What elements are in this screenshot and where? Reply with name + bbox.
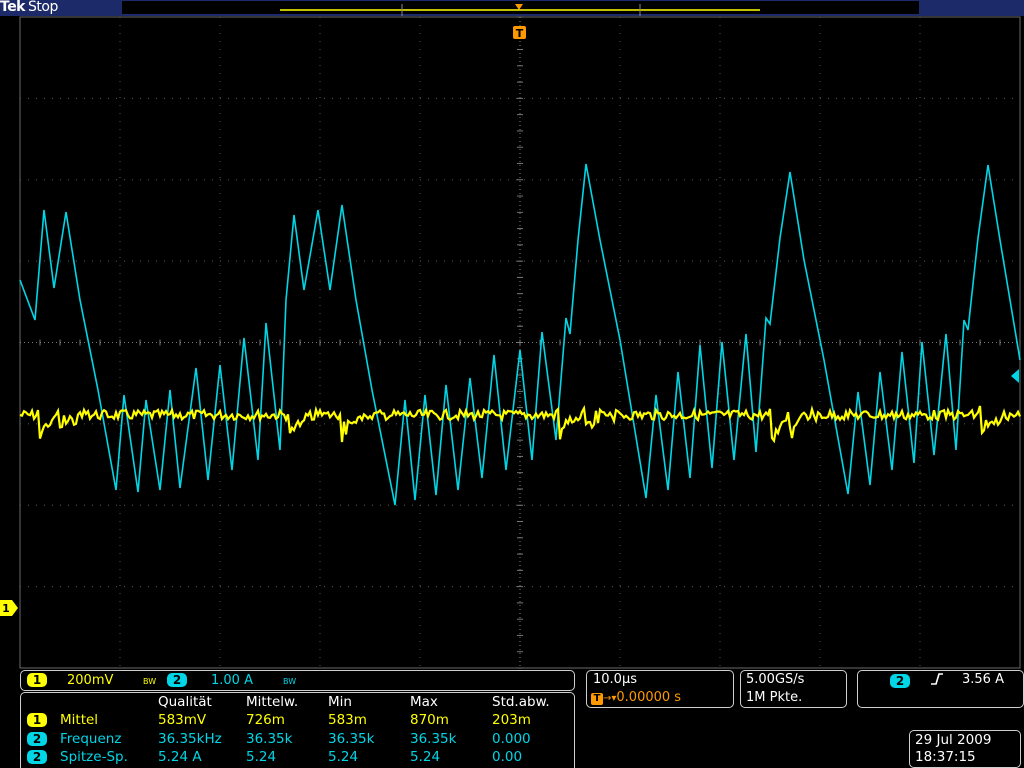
meas-row2-value: 36.35kHz [158,731,222,747]
meas-row1-value: 583mV [158,712,207,728]
trigger-level[interactable]: 3.56 A [962,672,1004,687]
meas-row3-name[interactable]: Spitze-Sp. [60,749,128,765]
meas-row3-badge[interactable]: 2 [27,750,47,764]
meas-row1-mean: 726m [246,712,285,728]
svg-text:T: T [516,27,524,40]
time-display: 18:37:15 [915,749,976,765]
ch1-scale[interactable]: 200mV [67,673,113,688]
meas-row3-min: 5.24 [328,749,359,765]
trigger-position-marker[interactable]: T [513,26,526,40]
status-bar: Tek Stop [0,0,1024,16]
brand-label: Tek Stop [0,0,58,16]
rising-edge-icon [930,671,944,691]
meas-header-mean: Mittelw. [246,694,299,710]
brand-text: Tek [0,0,26,15]
measurements-panel: Qualität Mittelw. Min Max Std.abw. 1 Mit… [20,692,575,768]
meas-row3-mean: 5.24 [246,749,277,765]
graticule [19,16,1021,669]
meas-row3-max: 5.24 [410,749,441,765]
trigger-source-badge[interactable]: 2 [890,674,910,688]
meas-row3-stddev: 0.00 [492,749,523,765]
meas-header-min: Min [328,694,352,710]
run-state: Stop [28,0,58,15]
meas-row1-badge[interactable]: 1 [27,713,47,727]
meas-row2-min: 36.35k [328,731,375,747]
meas-header-stddev: Std.abw. [492,694,550,710]
meas-row2-name[interactable]: Frequenz [60,731,121,747]
acquisition-panel[interactable]: 5.00GS/s 1M Pkte. [740,670,847,708]
ch2-badge[interactable]: 2 [167,673,187,687]
trigger-delay-readout[interactable]: T →▾0.00000 s [591,690,681,705]
meas-row2-stddev: 0.000 [492,731,531,747]
trigger-delay-value: 0.00000 s [616,690,682,705]
meas-row1-min: 583m [328,712,367,728]
ch2-scale[interactable]: 1.00 A [211,673,253,688]
waveform-display[interactable]: T 1 [0,16,1024,669]
datetime-panel: 29 Jul 2009 18:37:15 [909,730,1021,768]
arrow-right-icon: →▾ [603,693,617,704]
ch1-ground-marker[interactable]: 1 [0,600,18,616]
horizontal-scale[interactable]: 10.0µs [593,672,637,687]
meas-row2-mean: 36.35k [246,731,293,747]
record-view-graphic [280,4,760,16]
meas-row2-max: 36.35k [410,731,457,747]
meas-row1-name[interactable]: Mittel [60,712,98,728]
timebase-panel[interactable]: 10.0µs T →▾0.00000 s [586,670,734,708]
record-length: 1M Pkte. [746,690,803,705]
trigger-panel[interactable]: 2 3.56 A [857,670,1024,708]
svg-text:1: 1 [2,602,10,615]
ch1-badge[interactable]: 1 [27,673,47,687]
meas-row1-stddev: 203m [492,712,531,728]
meas-header-quality: Qualität [158,694,212,710]
meas-row2-badge[interactable]: 2 [27,732,47,746]
channel-settings-panel: 1 200mV BW 2 1.00 A BW [20,670,575,691]
trigger-level-marker[interactable] [1011,369,1019,383]
meas-row3-value: 5.24 A [158,749,202,765]
meas-header-max: Max [410,694,438,710]
ch2-bandwidth-icon: BW [283,677,297,686]
record-trigger-icon [515,4,523,10]
meas-row1-max: 870m [410,712,449,728]
trigger-delay-icon: T [591,693,603,705]
record-view-bar[interactable] [122,1,919,16]
ch1-bandwidth-icon: BW [143,677,157,686]
sample-rate: 5.00GS/s [746,672,805,687]
date-display: 29 Jul 2009 [915,732,992,748]
